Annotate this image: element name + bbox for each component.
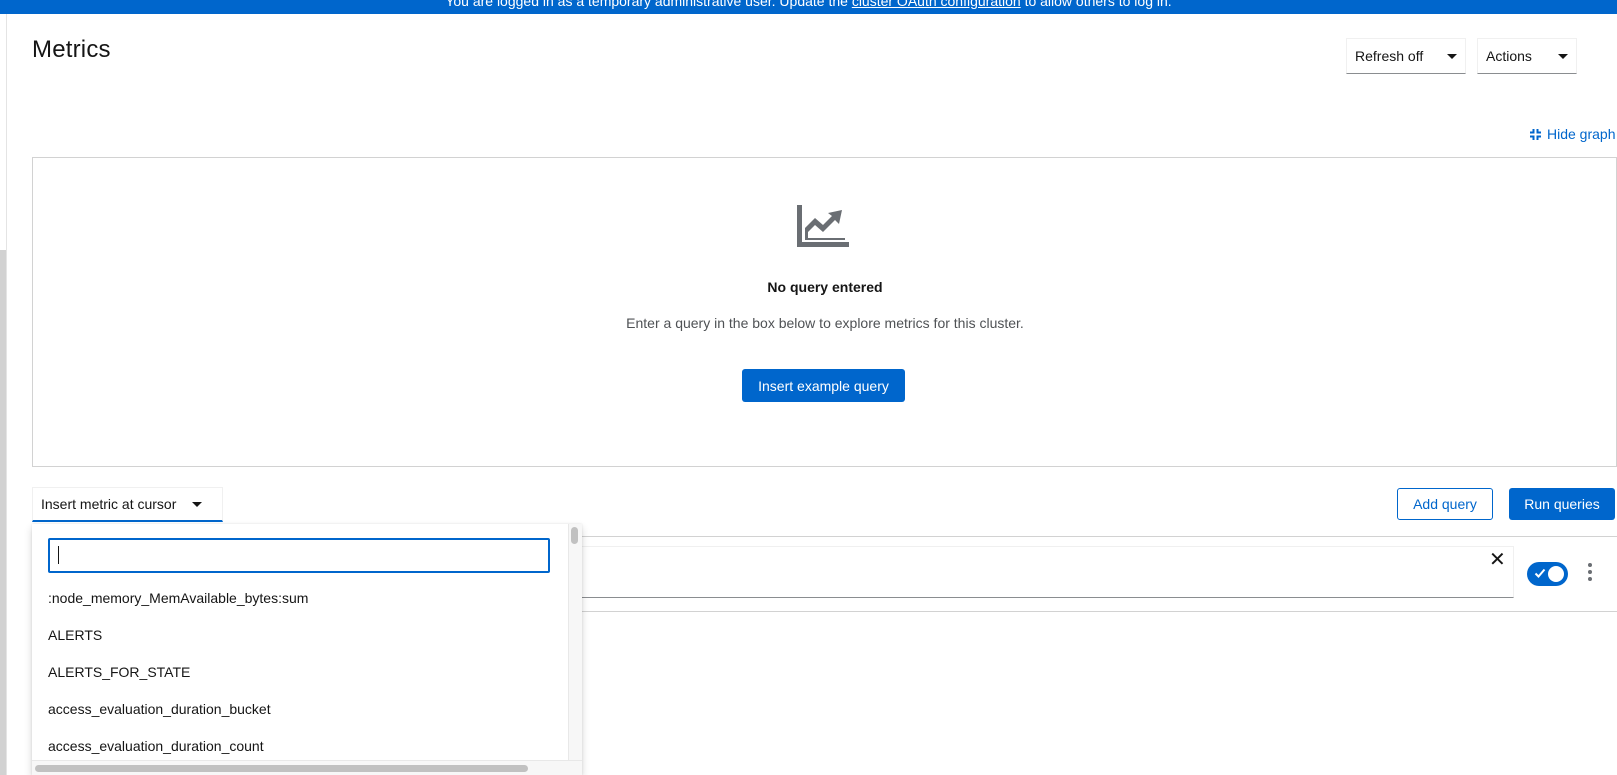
- check-icon: [1534, 568, 1546, 578]
- query-expression-input[interactable]: [570, 546, 1514, 598]
- compress-icon: [1530, 128, 1541, 140]
- run-queries-button[interactable]: Run queries: [1509, 488, 1615, 520]
- empty-state-body: Enter a query in the box below to explor…: [626, 315, 1024, 331]
- empty-state-title: No query entered: [767, 279, 883, 295]
- insert-example-query-button[interactable]: Insert example query: [742, 369, 905, 402]
- insert-metric-label: Insert metric at cursor: [41, 496, 177, 512]
- oauth-config-link[interactable]: cluster OAuth configuration: [852, 0, 1021, 9]
- clear-query-icon[interactable]: ✕: [1489, 550, 1506, 570]
- metric-search-input[interactable]: [48, 538, 550, 573]
- chart-area-icon: [795, 205, 849, 252]
- actions-label: Actions: [1486, 48, 1532, 64]
- add-query-button[interactable]: Add query: [1397, 488, 1493, 520]
- metric-list: :node_memory_MemAvailable_bytes:sum ALER…: [32, 580, 568, 765]
- kebab-menu-icon[interactable]: [1585, 563, 1595, 585]
- toggle-knob: [1548, 566, 1564, 582]
- admin-banner: You are logged in as a temporary adminis…: [0, 0, 1617, 14]
- hide-graph-label: Hide graph: [1547, 126, 1616, 142]
- insert-metric-dropdown[interactable]: Insert metric at cursor: [32, 487, 223, 522]
- metric-option[interactable]: access_evaluation_duration_bucket: [32, 691, 568, 728]
- metric-select-menu: :node_memory_MemAvailable_bytes:sum ALER…: [32, 524, 582, 775]
- caret-down-icon: [1558, 53, 1568, 59]
- metric-option[interactable]: ALERTS_FOR_STATE: [32, 654, 568, 691]
- metric-option[interactable]: ALERTS: [32, 617, 568, 654]
- query-row-top-border: [582, 536, 1617, 537]
- actions-dropdown[interactable]: Actions: [1477, 38, 1577, 74]
- caret-down-icon: [192, 501, 202, 507]
- hide-graph-button[interactable]: Hide graph: [1529, 126, 1616, 142]
- metric-option[interactable]: :node_memory_MemAvailable_bytes:sum: [32, 580, 568, 617]
- menu-horizontal-scroll-thumb[interactable]: [35, 765, 528, 772]
- banner-text-after: to allow others to log in.: [1020, 0, 1172, 9]
- query-enable-toggle[interactable]: [1527, 562, 1568, 586]
- menu-vertical-scrollbar[interactable]: [568, 524, 582, 760]
- nav-divider: [6, 14, 7, 775]
- refresh-interval-dropdown[interactable]: Refresh off: [1346, 38, 1466, 74]
- query-row-bottom-border: [582, 611, 1617, 612]
- caret-down-icon: [1447, 53, 1457, 59]
- page-title: Metrics: [32, 36, 111, 63]
- refresh-interval-label: Refresh off: [1355, 48, 1424, 64]
- banner-text-before: You are logged in as a temporary adminis…: [445, 0, 852, 9]
- graph-area: [32, 157, 1617, 467]
- text-cursor: [58, 546, 59, 564]
- menu-vertical-scroll-thumb[interactable]: [571, 527, 578, 544]
